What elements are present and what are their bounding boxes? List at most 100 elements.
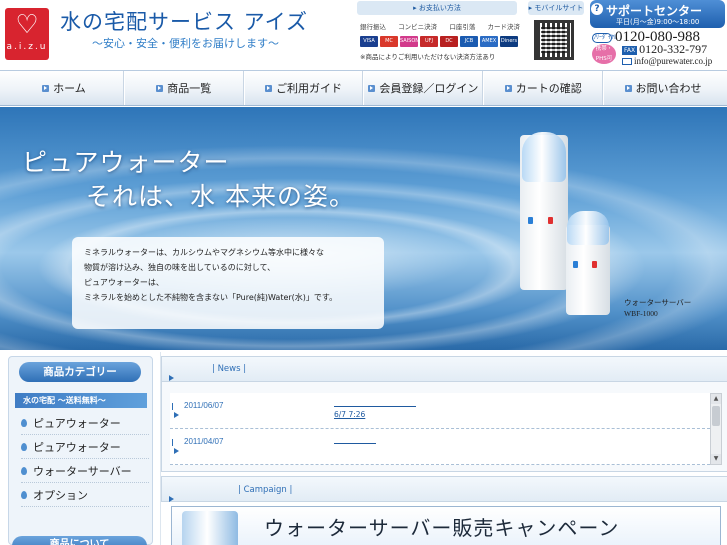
category-list: ピュアウォーター ピュアウォーター ウォーターサーバー オプション (21, 411, 149, 507)
hot-tap-icon (548, 217, 553, 224)
triangle-icon (169, 366, 174, 385)
arrow-icon (265, 84, 273, 92)
diners-card-icon: Diners (500, 36, 518, 47)
payment-methods: ▸ お支払い方法 銀行振込 コンビニ決済 口座引落 カード決済 VISA MC … (357, 0, 522, 65)
nav-label: お問い合わせ (635, 82, 702, 95)
news-date: 2011/06/07 (184, 401, 224, 410)
site-title[interactable]: 水の宅配サービス アイズ (60, 6, 308, 36)
category-item[interactable]: ピュアウォーター (21, 411, 149, 435)
arrow-icon (156, 84, 164, 92)
water-drop-icon (21, 442, 27, 451)
campaign-banner-text: ウォーターサーバー販売キャンペーン (264, 516, 620, 540)
nav-label: 会員登録／ログイン (379, 82, 479, 95)
category-band[interactable]: 水の宅配 〜送料無料〜 (15, 393, 147, 408)
nav-guide[interactable]: ご利用ガイド (243, 71, 364, 105)
arrow-icon (624, 84, 632, 92)
scroll-down-icon[interactable]: ▼ (711, 454, 721, 464)
hero-desc-line: ミネラルウォーターは、カルシウムやマグネシウム等水中に様々な (84, 248, 324, 257)
scroll-up-icon[interactable]: ▲ (711, 394, 721, 404)
category-sidebar: 商品カテゴリー 水の宅配 〜送料無料〜 ピュアウォーター ピュアウォーター ウォ… (8, 356, 153, 545)
fax-number: 0120-332-797 (639, 42, 708, 56)
news-section: | News | 2011/06/07 6/7 7:26 2011/04/07 … (161, 356, 727, 472)
cold-tap-icon (528, 217, 533, 224)
payment-tab[interactable]: ▸ お支払い方法 (357, 1, 517, 15)
main-content: | News | 2011/06/07 6/7 7:26 2011/04/07 … (160, 352, 727, 545)
news-sub-link[interactable]: 6/7 7:26 (334, 410, 365, 419)
water-drop-icon (21, 490, 27, 499)
support-hours: 平日(月〜金)9:00〜18:00 (616, 18, 700, 26)
hero-desc-line: 物質が溶け込み、独自の味を出しているのに対して、 (84, 263, 276, 272)
category-item[interactable]: オプション (21, 483, 149, 507)
category-label: オプション (33, 488, 88, 502)
nav-products[interactable]: 商品一覧 (123, 71, 244, 105)
news-title-link[interactable] (334, 406, 416, 407)
news-list: 2011/06/07 6/7 7:26 2011/04/07 (170, 393, 710, 465)
payment-tab-label: お支払い方法 (418, 4, 461, 12)
news-label: | News | (212, 364, 247, 374)
news-item[interactable]: 2011/06/07 6/7 7:26 (170, 393, 710, 429)
nav-label: ホーム (53, 82, 86, 95)
news-item[interactable]: 2011/04/07 (170, 429, 710, 465)
hero-desc-line: ミネラルを始めとした不純物を含まない「Pure(純)Water(水)」です。 (84, 293, 338, 302)
site-header: ♡ a.i.z.u 水の宅配サービス アイズ 〜安心・安全・便利をお届けします〜… (0, 0, 727, 70)
water-server-image (182, 511, 238, 545)
method-convenience: コンビニ決済 (398, 23, 438, 31)
arrow-icon (504, 84, 512, 92)
nav-label: ご利用ガイド (276, 82, 343, 95)
nav-contact[interactable]: お問い合わせ (603, 71, 722, 105)
mobile-tab-label: モバイルサイト (534, 4, 584, 12)
mobile-site: ▸ モバイルサイト (528, 0, 586, 65)
help-icon: ? (591, 3, 603, 15)
news-date: 2011/04/07 (184, 437, 224, 446)
mail-icon (622, 58, 632, 66)
triangle-icon (169, 487, 174, 506)
mastercard-icon: MC (380, 36, 398, 47)
hero-headline-2: それは、水 本来の姿。 (86, 182, 355, 211)
campaign-label: | Campaign | (238, 485, 293, 495)
server-caption: ウォーターサーバー WBF-1000 (624, 297, 691, 319)
category-item[interactable]: ウォーターサーバー (21, 459, 149, 483)
visa-card-icon: VISA (360, 36, 378, 47)
play-icon (172, 439, 179, 458)
amex-card-icon: AMEX (480, 36, 498, 47)
water-drop-icon (21, 418, 27, 427)
water-drop-icon (21, 466, 27, 475)
dc-card-icon: DC (440, 36, 458, 47)
campaign-banner[interactable]: ウォーターサーバー販売キャンペーン (171, 506, 721, 545)
category-item[interactable]: ピュアウォーター (21, 435, 149, 459)
payment-method-list: 銀行振込 コンビニ決済 口座引落 カード決済 (360, 21, 520, 31)
heart-icon: ♡ (15, 10, 39, 40)
arrow-icon (42, 84, 50, 92)
method-debit: 口座引落 (449, 23, 476, 31)
logo-word: a.i.z.u (6, 42, 48, 52)
news-title-link[interactable] (334, 443, 376, 444)
product-info-heading: 商品について (12, 536, 147, 545)
nav-register-login[interactable]: 会員登録／ログイン (363, 71, 484, 105)
news-header: | News | (162, 357, 727, 382)
support-fax: FAX 0120-332-797 (622, 42, 707, 57)
scroll-thumb[interactable] (712, 406, 720, 426)
card-logos: VISA MC SAISON UFJ DC JCB AMEX Diners (360, 36, 518, 47)
nav-cart[interactable]: カートの確認 (483, 71, 604, 105)
support-badge[interactable]: ? サポートセンター 平日(月〜金)9:00〜18:00 (590, 0, 725, 28)
category-heading: 商品カテゴリー (19, 362, 141, 382)
support-center: ? サポートセンター 平日(月〜金)9:00〜18:00 ﾌﾘｰﾀﾞｲﾔﾙ 012… (590, 0, 727, 68)
site-logo[interactable]: ♡ a.i.z.u (5, 8, 49, 60)
ufj-card-icon: UFJ (420, 36, 438, 47)
nav-label: カートの確認 (515, 82, 582, 95)
payment-note: ※商品によりご利用いただけない決済方法あり (360, 53, 496, 61)
mobile-tab[interactable]: ▸ モバイルサイト (528, 1, 584, 15)
email-address: info@purewater.co.jp (634, 56, 713, 66)
news-scrollbar[interactable]: ▲ ▼ (710, 393, 722, 465)
jcb-card-icon: JCB (460, 36, 478, 47)
nav-home[interactable]: ホーム (5, 71, 124, 105)
global-nav: ホーム 商品一覧 ご利用ガイド 会員登録／ログイン カートの確認 お問い合わせ (0, 70, 727, 106)
method-bank: 銀行振込 (360, 23, 386, 31)
category-label: ピュアウォーター (33, 440, 121, 454)
category-label: ピュアウォーター (33, 416, 121, 430)
support-email[interactable]: info@purewater.co.jp (622, 56, 712, 66)
hero-headline-1: ピュアウォーター (22, 148, 230, 177)
server-model: WBF-1000 (624, 309, 658, 318)
mobile-ok-badge: 携帯・PHS可 (592, 44, 616, 64)
qr-code-pattern (541, 27, 567, 53)
